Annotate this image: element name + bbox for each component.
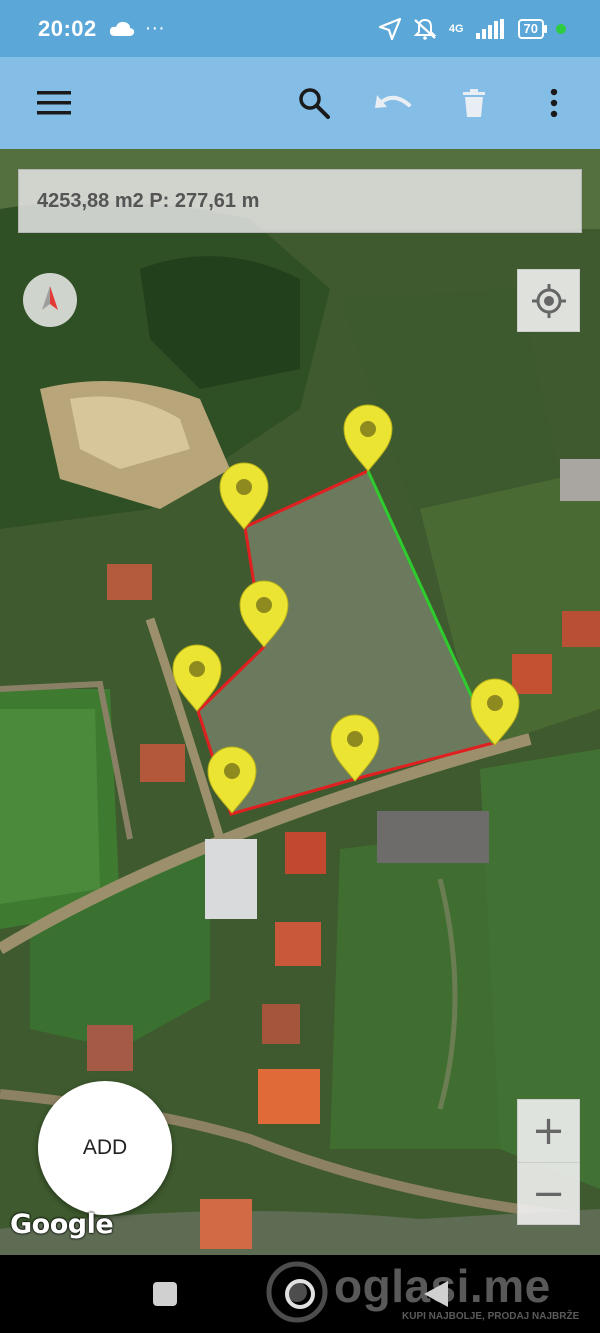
my-location-button[interactable]: [517, 269, 580, 332]
recent-apps-icon: [153, 1282, 177, 1306]
zoom-in-button[interactable]: +: [518, 1100, 579, 1162]
status-time: 20:02: [38, 15, 97, 41]
overflow-menu-button[interactable]: [530, 79, 578, 127]
vertex-marker[interactable]: [239, 580, 289, 648]
vertex-marker[interactable]: [219, 462, 269, 530]
vertex-marker[interactable]: [343, 404, 393, 472]
measurement-readout: 4253,88 m2 P: 277,61 m: [18, 169, 582, 233]
vertex-marker[interactable]: [207, 746, 257, 814]
bell-muted-icon: [413, 18, 437, 40]
undo-icon: [375, 95, 411, 108]
location-arrow-icon: [378, 17, 401, 40]
search-icon: [299, 88, 330, 119]
home-icon: [285, 1279, 315, 1309]
overflow-menu-icon: [550, 89, 558, 117]
vertex-marker[interactable]: [470, 678, 520, 746]
app-bar: [0, 57, 600, 149]
crosshair-icon: [531, 283, 566, 318]
status-bar: 20:02 ··· 4G 70: [0, 0, 600, 57]
search-button[interactable]: [290, 79, 338, 127]
signal-icon: [475, 18, 504, 39]
battery-icon: 70: [517, 18, 548, 39]
home-button[interactable]: [283, 1277, 317, 1316]
back-button[interactable]: [422, 1279, 450, 1314]
more-dots-icon: ···: [144, 17, 165, 39]
back-icon: [424, 1281, 448, 1307]
google-logo: Google: [10, 1209, 114, 1240]
cloud-icon: [109, 21, 134, 36]
menu-icon: [37, 91, 71, 115]
vertex-marker[interactable]: [330, 714, 380, 782]
recent-apps-button[interactable]: [152, 1281, 178, 1312]
undo-button[interactable]: [370, 79, 418, 127]
zoom-controls: + −: [517, 1099, 580, 1225]
vertex-marker[interactable]: [172, 644, 222, 712]
add-button[interactable]: ADD: [38, 1081, 172, 1215]
zoom-out-button[interactable]: −: [518, 1162, 579, 1224]
menu-button[interactable]: [30, 79, 78, 127]
system-nav-bar: oglasi.me KUPI NAJBOLJE, PRODAJ NAJBRŽE: [0, 1255, 600, 1333]
measurement-text: 4253,88 m2 P: 277,61 m: [37, 189, 260, 212]
privacy-indicator-dot: [556, 23, 566, 34]
compass-button[interactable]: [23, 273, 77, 327]
delete-button[interactable]: [450, 79, 498, 127]
network-type: 4G: [448, 22, 464, 35]
compass-icon: [42, 286, 58, 310]
trash-icon: [463, 89, 485, 117]
map-view[interactable]: 4253,88 m2 P: 277,61 m + − ADD Google: [0, 149, 600, 1255]
